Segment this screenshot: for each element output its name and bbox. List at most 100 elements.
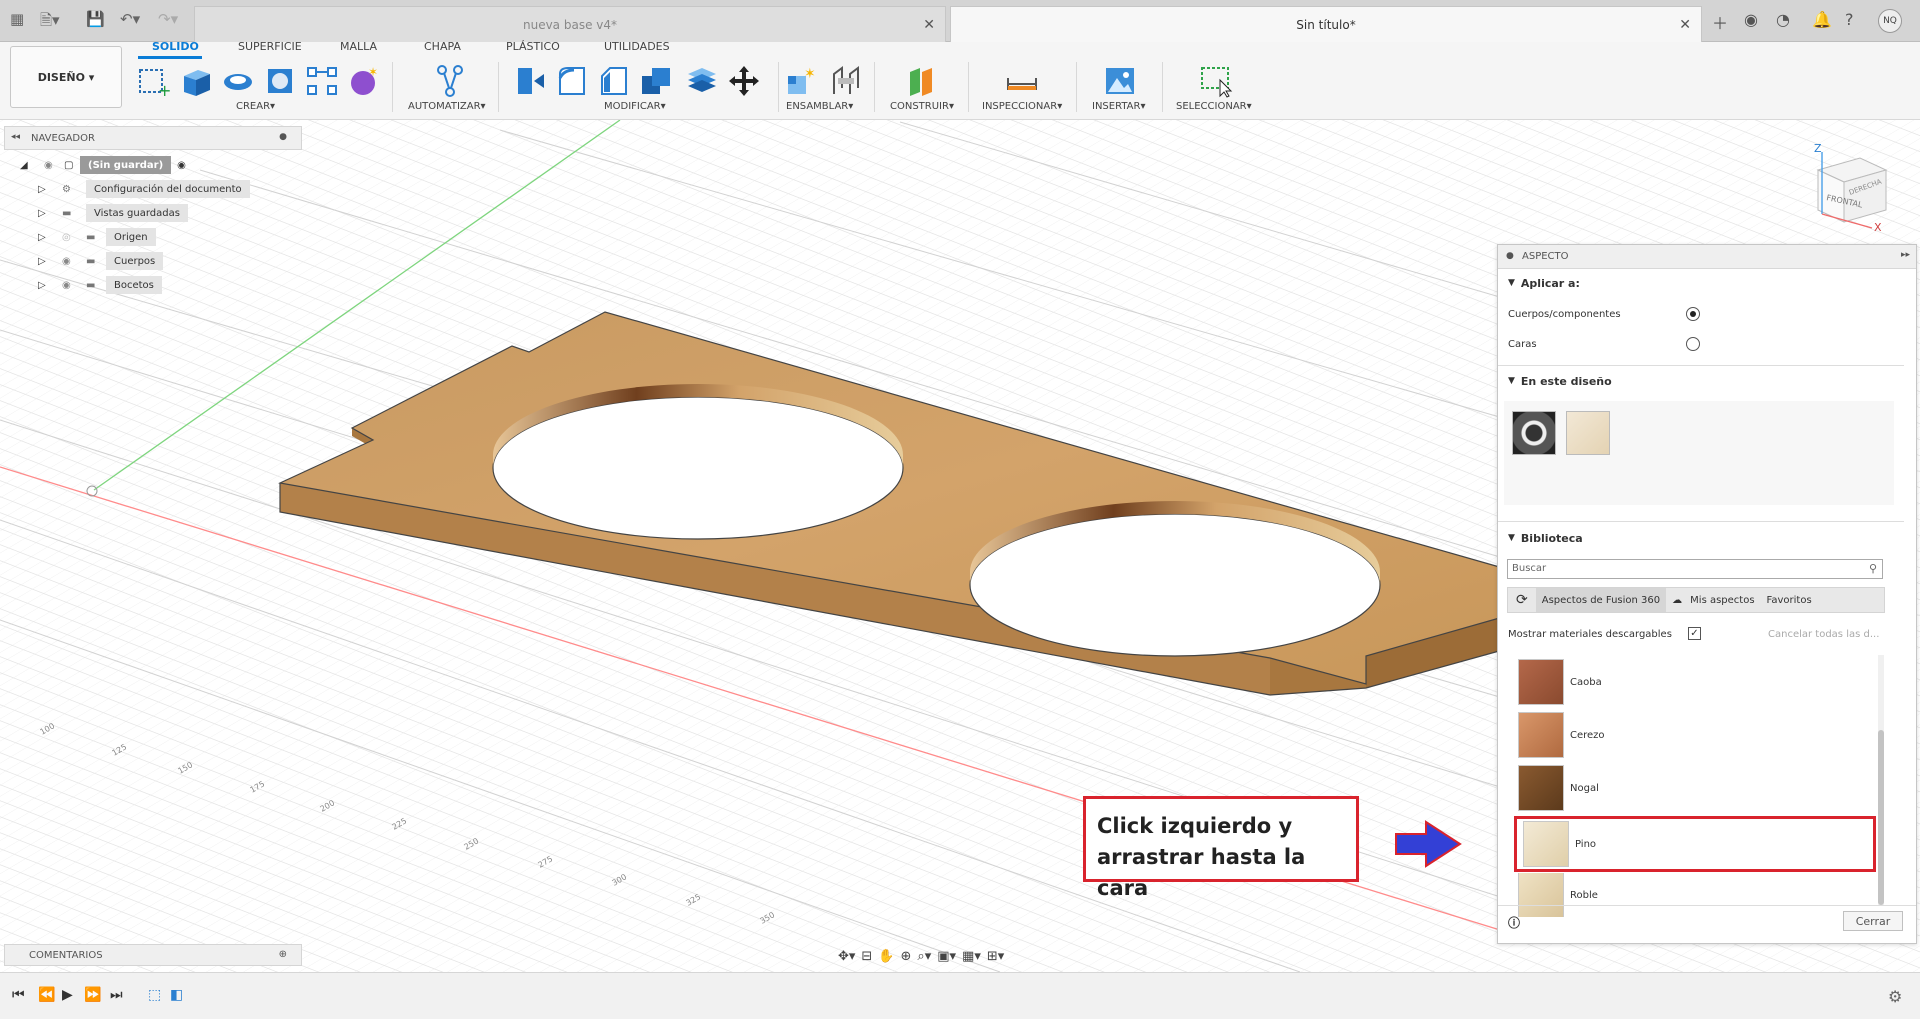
appearance-header[interactable]: ● ASPECTO ▸▸ [1498,245,1916,269]
extensions-icon[interactable]: ◉ [1744,10,1758,29]
section-collapse-icon[interactable]: ▼ [1508,533,1515,543]
group-crear[interactable]: CREAR▾ [236,101,275,112]
group-inspeccionar[interactable]: INSPECCIONAR▾ [982,101,1062,112]
section-in-design[interactable]: ▼ En este diseño [1498,369,1904,393]
eye-icon[interactable]: ◉ [44,160,64,171]
new-component-icon[interactable]: ✶ [784,64,820,98]
tree-collapsed-icon[interactable]: ▷ [38,256,62,267]
combine-icon[interactable] [638,64,674,98]
search-icon[interactable]: ⚲ [1869,562,1877,575]
cancel-all-downloads-link[interactable]: Cancelar todas las d... [1768,629,1879,640]
group-insertar[interactable]: INSERTAR▾ [1092,101,1145,112]
nav-item-config[interactable]: ▷ ⚙ Configuración del documento [38,179,250,199]
apps-grid-icon[interactable]: ▦ [10,10,24,28]
section-library[interactable]: ▼ Biblioteca [1498,526,1904,550]
timeline-settings-gear-icon[interactable]: ⚙ [1888,987,1902,1006]
measure-icon[interactable] [1004,64,1040,98]
tab-utilidades[interactable]: UTILIDADES [604,40,670,53]
user-avatar[interactable]: NQ [1878,9,1902,33]
revolve-icon[interactable] [220,64,256,98]
save-icon[interactable]: 💾 [86,10,105,28]
tab-chapa[interactable]: CHAPA [424,40,461,53]
tree-collapsed-icon[interactable]: ▷ [38,184,62,195]
go-to-end-icon[interactable]: ⏭ [110,987,123,1003]
close-tab-icon[interactable]: ✕ [923,17,935,33]
viewports-icon[interactable]: ⊞▾ [987,949,1004,964]
tree-collapsed-icon[interactable]: ▷ [38,208,62,219]
material-caoba[interactable]: Caoba [1518,657,1882,707]
tab-sin-titulo[interactable]: Sin título* ✕ [950,6,1702,42]
comments-panel[interactable]: COMENTARIOS ⊕ [4,944,302,966]
expand-panel-icon[interactable]: ▸▸ [1901,250,1910,260]
tab-superficie[interactable]: SUPERFICIE [238,40,302,53]
joint-icon[interactable] [828,64,864,98]
zoom-icon[interactable]: ⊕ [901,949,912,964]
group-modificar[interactable]: MODIFICAR▾ [604,101,666,112]
tab-fusion-aspects[interactable]: Aspectos de Fusion 360 [1535,588,1667,612]
group-automatizar[interactable]: AUTOMATIZAR▾ [408,101,486,112]
nav-root[interactable]: ◢ ◉ ▢ (Sin guardar) ◉ [20,155,186,175]
show-downloadable-checkbox[interactable]: ✓ [1688,627,1701,640]
tab-plastico[interactable]: PLÁSTICO [506,40,560,53]
press-pull-icon[interactable] [512,64,548,98]
tab-my-aspects[interactable]: Mis aspectos [1684,588,1760,612]
add-comment-icon[interactable]: ⊕ [279,949,287,960]
eye-icon[interactable]: ◉ [62,256,86,267]
nav-item-origin[interactable]: ▷ ◎ ▬ Origen [38,227,156,247]
swatch-wood[interactable] [1566,411,1610,455]
timeline-sketch-feature-icon[interactable]: ⬚ [148,987,161,1003]
fit-icon[interactable]: ⌕▾ [917,949,931,964]
form-icon[interactable]: ✶ [346,64,382,98]
radio-bodies[interactable] [1686,307,1700,321]
go-to-start-icon[interactable]: ⏮ [12,987,25,1003]
notifications-icon[interactable]: 🔔 [1812,10,1832,29]
tree-collapsed-icon[interactable]: ▷ [38,280,62,291]
workspace-switcher[interactable]: DISEÑO ▾ [10,46,122,108]
material-roble[interactable]: Roble [1518,873,1882,917]
group-construir[interactable]: CONSTRUIR▾ [890,101,954,112]
new-tab-icon[interactable]: ＋ [1712,10,1728,34]
play-icon[interactable]: ▶ [62,987,73,1003]
shell-icon[interactable] [684,64,720,98]
undo-icon[interactable]: ↶▾ [120,10,140,28]
search-input[interactable]: Buscar ⚲ [1507,559,1883,579]
tab-malla[interactable]: MALLA [340,40,377,53]
redo-icon[interactable]: ↷▾ [158,10,178,28]
tree-expanded-icon[interactable]: ◢ [20,160,34,171]
material-nogal[interactable]: Nogal [1518,763,1882,813]
extrude-box-icon[interactable] [178,64,214,98]
step-back-icon[interactable]: ⏪ [38,987,55,1003]
move-copy-icon[interactable] [726,64,762,98]
orbit-icon[interactable]: ✥▾ [838,949,855,964]
nav-item-sketches[interactable]: ▷ ◉ ▬ Bocetos [38,275,162,295]
eye-icon[interactable]: ◉ [62,280,86,291]
section-collapse-icon[interactable]: ▼ [1508,278,1515,288]
help-icon[interactable]: ? [1845,10,1854,29]
insert-image-icon[interactable] [1102,64,1138,98]
timeline-extrude-feature-icon[interactable]: ◧ [170,987,183,1003]
pattern-icon[interactable] [304,64,340,98]
group-ensamblar[interactable]: ENSAMBLAR▾ [786,101,853,112]
swatch-metal[interactable] [1512,411,1556,455]
chamfer-icon[interactable] [596,64,632,98]
tab-nueva-base[interactable]: nueva base v4* ✕ [194,6,946,42]
tab-favorites[interactable]: Favoritos [1761,588,1818,612]
pan-icon[interactable]: ✋ [878,949,894,964]
scrollbar-thumb[interactable] [1878,730,1884,905]
tree-collapsed-icon[interactable]: ▷ [38,232,62,243]
group-seleccionar[interactable]: SELECCIONAR▾ [1176,101,1252,112]
grid-settings-icon[interactable]: ▦▾ [962,949,981,964]
panel-options-icon[interactable]: ● [1506,251,1514,261]
radio-faces[interactable] [1686,337,1700,351]
activate-radio-icon[interactable]: ◉ [177,160,186,171]
panel-options-icon[interactable]: ● [279,132,287,142]
material-pino[interactable]: Pino [1514,816,1876,872]
hole-icon[interactable] [262,64,298,98]
fillet-icon[interactable] [554,64,590,98]
material-cerezo[interactable]: Cerezo [1518,710,1882,760]
section-collapse-icon[interactable]: ▼ [1508,376,1515,386]
automate-icon[interactable] [432,64,468,98]
collapse-icon[interactable]: ◂◂ [11,132,20,142]
tab-solido[interactable]: SOLIDO [152,40,199,53]
close-button[interactable]: Cerrar [1843,911,1903,931]
